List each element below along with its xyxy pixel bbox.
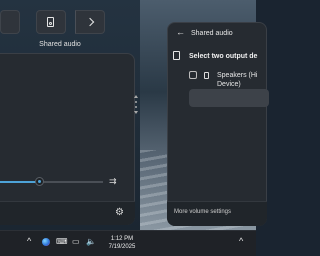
device-name: Speakers (Hi Device) — [217, 72, 258, 88]
flyout-heading: Select two output de — [189, 53, 258, 60]
speaker-switch-icon[interactable]: ⇉ — [109, 176, 117, 187]
taskbar-clock[interactable]: 1:12 PM 7/19/2025 — [108, 235, 136, 251]
gear-icon[interactable]: ⚙ — [115, 207, 124, 218]
shared-audio-tile-label: Shared audio — [39, 41, 81, 48]
flyout-title: Shared audio — [191, 30, 233, 37]
shared-audio-icon — [47, 17, 56, 27]
quick-setting-tile-partial[interactable] — [0, 10, 20, 34]
volume-slider[interactable] — [0, 177, 103, 186]
chevron-right-icon — [85, 17, 95, 27]
show-hidden-icons-right[interactable]: ^ — [239, 236, 243, 246]
volume-slider-fill — [0, 181, 40, 183]
speaker-icon — [173, 51, 180, 60]
page-dot-icon — [135, 106, 137, 108]
shared-audio-tile[interactable] — [36, 10, 66, 34]
volume-icon[interactable]: 🔈 — [86, 237, 96, 246]
shared-audio-expand-button[interactable] — [75, 10, 105, 34]
page-down-icon[interactable] — [134, 111, 138, 114]
more-volume-settings-link[interactable]: More volume settings — [174, 209, 231, 215]
back-arrow-icon[interactable]: ← — [176, 27, 185, 37]
page-scroll-indicator[interactable] — [134, 95, 138, 114]
keyboard-icon[interactable]: ⌨ — [56, 237, 68, 246]
confirm-button[interactable] — [189, 89, 269, 107]
clock-date: 7/19/2025 — [108, 244, 136, 250]
page-dot-icon — [135, 101, 137, 103]
quick-settings-panel — [0, 53, 135, 225]
show-hidden-icons-button[interactable]: ^ — [27, 236, 31, 246]
device-speaker-icon — [204, 72, 209, 79]
network-icon[interactable]: ▭ — [72, 237, 80, 246]
page-up-icon[interactable] — [134, 95, 138, 98]
clock-time: 1:12 PM — [110, 236, 134, 242]
device-checkbox[interactable] — [189, 71, 197, 79]
copilot-icon[interactable] — [42, 238, 50, 246]
